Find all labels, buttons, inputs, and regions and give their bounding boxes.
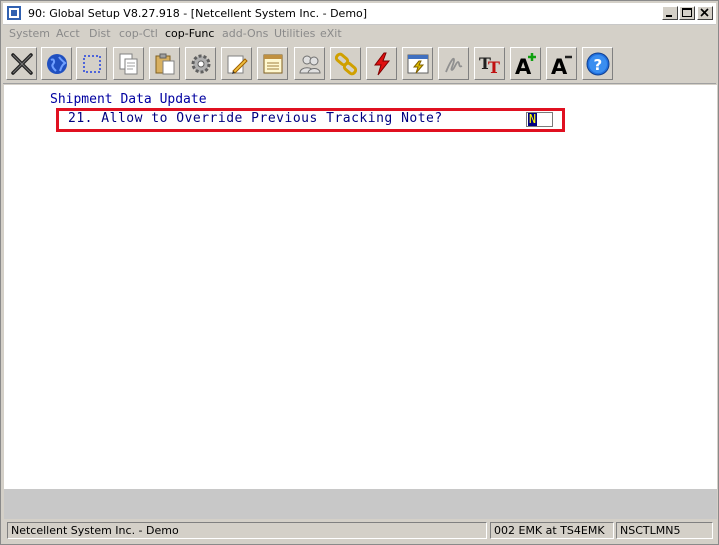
app-icon <box>7 6 21 20</box>
help-icon: ? <box>586 52 610 76</box>
status-bar: Netcellent System Inc. - Demo 002 EMK at… <box>4 520 717 542</box>
close-x-icon <box>11 53 33 75</box>
font-tt-icon: TT <box>479 54 500 76</box>
minimize-button[interactable] <box>662 6 678 20</box>
notes-button[interactable] <box>257 47 288 80</box>
maximize-icon <box>682 8 692 17</box>
signature-button[interactable] <box>438 47 469 80</box>
globe-icon <box>47 54 67 74</box>
menu-exit[interactable]: eXit <box>320 27 342 40</box>
menu-utilities[interactable]: Utilities <box>274 27 315 40</box>
menu-add-ons[interactable]: add-Ons <box>222 27 268 40</box>
font-increase-icon: A <box>515 53 536 76</box>
toolbar: TT A A ? <box>3 45 716 84</box>
edit-pencil-icon <box>227 55 248 74</box>
close-x-button[interactable] <box>6 47 37 80</box>
title-bar: 90: Global Setup V8.27.918 - [Netcellent… <box>3 3 716 25</box>
font-decrease-icon: A <box>551 55 572 76</box>
calendar-flash-button[interactable] <box>402 47 433 80</box>
close-button[interactable] <box>697 6 713 20</box>
maximize-button[interactable] <box>679 6 695 20</box>
menu-cop-func[interactable]: cop-Func <box>165 27 214 40</box>
terminal-screen: Shipment Data Update 21. Allow to Overri… <box>4 85 717 489</box>
select-rect-button[interactable] <box>76 47 107 80</box>
link-chain-icon <box>334 52 358 76</box>
message-area <box>4 489 717 519</box>
menu-acct[interactable]: Acct <box>56 27 80 40</box>
minimize-icon <box>666 15 672 17</box>
font-decrease-button[interactable]: A <box>546 47 577 80</box>
menu-dist[interactable]: Dist <box>89 27 111 40</box>
lightning-button[interactable] <box>366 47 397 80</box>
link-button[interactable] <box>330 47 361 80</box>
window-title: 90: Global Setup V8.27.918 - [Netcellent… <box>28 7 368 20</box>
edit-button[interactable] <box>221 47 252 80</box>
override-tracking-note-input[interactable]: N <box>526 112 553 127</box>
copy-button[interactable] <box>113 47 144 80</box>
paste-icon <box>155 53 175 75</box>
field-value: N <box>528 112 537 126</box>
copy-icon <box>119 53 138 75</box>
paste-button[interactable] <box>149 47 180 80</box>
menu-bar: System Acct Dist cop-Ctl cop-Func add-On… <box>3 25 716 44</box>
menu-system[interactable]: System <box>9 27 50 40</box>
status-session: 002 EMK at TS4EMK <box>490 522 614 539</box>
lightning-icon <box>374 52 391 76</box>
font-increase-button[interactable]: A <box>510 47 541 80</box>
users-button[interactable] <box>294 47 325 80</box>
highlighted-field-row: 21. Allow to Override Previous Tracking … <box>56 108 565 132</box>
screen-title: Shipment Data Update <box>50 92 207 107</box>
select-rect-icon <box>83 55 101 73</box>
settings-button[interactable] <box>185 47 216 80</box>
help-button[interactable]: ? <box>582 47 613 80</box>
signature-icon <box>445 57 463 73</box>
svg-text:?: ? <box>594 56 603 74</box>
settings-gear-icon <box>191 54 211 74</box>
calendar-flash-icon <box>407 54 429 74</box>
svg-text:T: T <box>488 58 500 76</box>
application-window: 90: Global Setup V8.27.918 - [Netcellent… <box>0 0 719 545</box>
users-icon <box>299 55 321 74</box>
notes-icon <box>263 54 283 74</box>
status-company: Netcellent System Inc. - Demo <box>7 522 487 539</box>
close-icon <box>700 8 709 17</box>
status-program: NSCTLMN5 <box>616 522 713 539</box>
menu-cop-ctl[interactable]: cop-Ctl <box>119 27 158 40</box>
globe-button[interactable] <box>41 47 72 80</box>
field-label: 21. Allow to Override Previous Tracking … <box>68 111 443 126</box>
font-button[interactable]: TT <box>474 47 505 80</box>
